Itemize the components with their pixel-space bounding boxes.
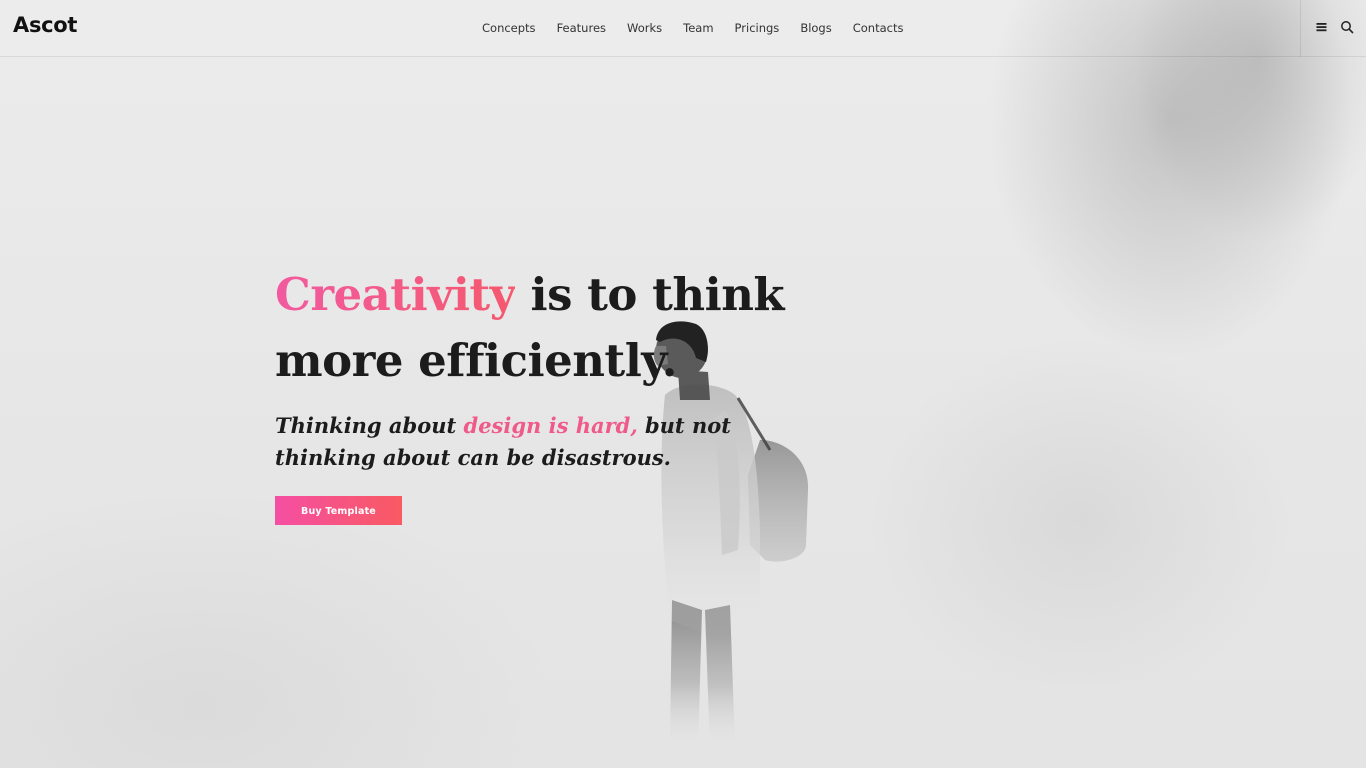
nav-item-blogs[interactable]: Blogs	[800, 20, 831, 36]
hero-title-line1: is to think	[515, 268, 785, 321]
main-nav: Concepts Features Works Team Pricings Bl…	[482, 20, 924, 36]
search-icon[interactable]	[1340, 20, 1354, 34]
nav-item-features[interactable]: Features	[557, 20, 606, 36]
nav-item-pricings[interactable]: Pricings	[735, 20, 780, 36]
hero-subtitle-accent: design is hard,	[463, 413, 638, 438]
nav-item-works[interactable]: Works	[627, 20, 662, 36]
menu-icon[interactable]	[1315, 20, 1329, 34]
hero-section: Creativity is to think more efficiently. …	[275, 262, 875, 525]
site-header: Ascot Concepts Features Works Team Prici…	[0, 0, 1366, 57]
hero-title: Creativity is to think more efficiently.	[275, 262, 875, 394]
hero-subtitle-start: Thinking about	[275, 413, 464, 438]
nav-item-concepts[interactable]: Concepts	[482, 20, 536, 36]
hero-title-line2: more efficiently.	[275, 334, 677, 387]
nav-item-contacts[interactable]: Contacts	[853, 20, 904, 36]
hero-subtitle: Thinking about design is hard, but not t…	[275, 410, 815, 474]
header-actions	[1300, 0, 1366, 57]
nav-item-team[interactable]: Team	[683, 20, 713, 36]
site-logo[interactable]: Ascot	[13, 13, 77, 37]
buy-template-button[interactable]: Buy Template	[275, 496, 402, 525]
hero-title-accent: Creativity	[275, 268, 516, 321]
